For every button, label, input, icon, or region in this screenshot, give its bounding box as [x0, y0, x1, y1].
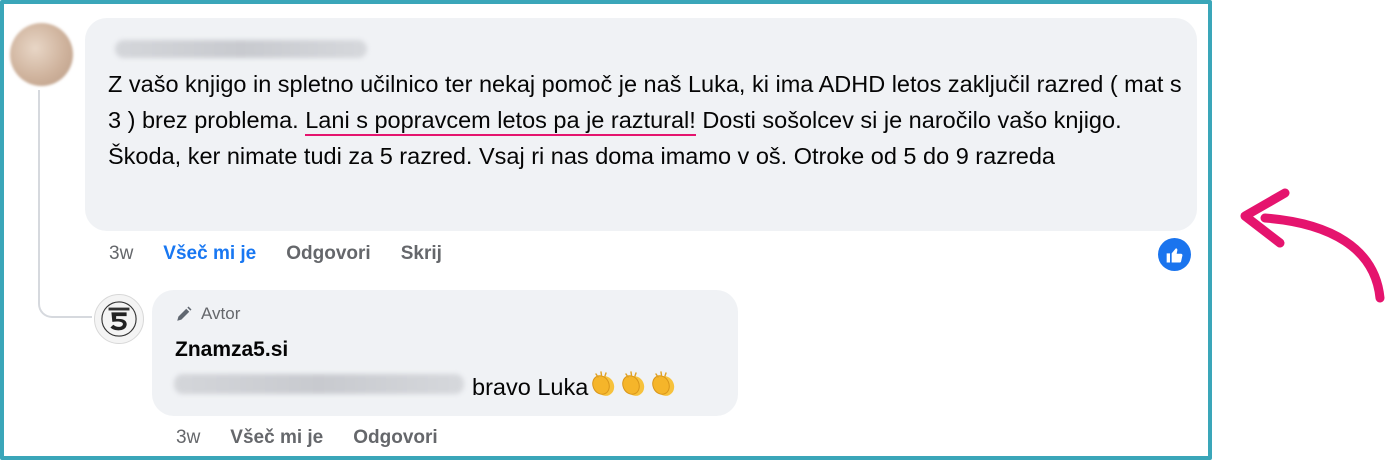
mentioned-name-blurred[interactable] — [174, 374, 464, 394]
author-badge-label: Avtor — [201, 304, 241, 323]
reply-timestamp[interactable]: 3w — [176, 427, 200, 449]
emoji-group — [588, 370, 678, 404]
reply-reply-button[interactable]: Odgovori — [353, 427, 437, 449]
thumbs-up-icon — [1166, 247, 1182, 262]
like-reaction-icon[interactable] — [1158, 238, 1191, 271]
reply-author-name[interactable]: Znamza5.si — [175, 338, 288, 362]
screenshot-frame: Z vašo knjigo in spletno učilnico ter ne… — [0, 0, 1212, 460]
comment-text: Z vašo knjigo in spletno učilnico ter ne… — [108, 66, 1188, 174]
author-badge: Avtor — [175, 304, 240, 324]
reply-actions: 3w Všeč mi je Odgovori — [176, 427, 468, 449]
clapping-hands-icon — [652, 371, 675, 396]
reply-bubble: Avtor Znamza5.si bravo Luka — [152, 290, 738, 416]
thread-connector-line — [38, 90, 92, 318]
page-avatar[interactable] — [94, 294, 144, 344]
pen-icon — [177, 306, 192, 321]
commenter-name-blurred[interactable] — [115, 40, 367, 58]
comment-actions: 3w Všeč mi je Odgovori Skrij — [109, 243, 472, 265]
reply-text-content: bravo Luka — [472, 373, 589, 400]
like-button[interactable]: Všeč mi je — [163, 243, 256, 265]
znamza5-logo-icon — [101, 301, 137, 337]
comment-bubble: Z vašo knjigo in spletno učilnico ter ne… — [85, 18, 1197, 231]
comment-timestamp[interactable]: 3w — [109, 243, 133, 265]
reply-button[interactable]: Odgovori — [286, 243, 370, 265]
pink-arrow-annotation — [1240, 188, 1385, 303]
hide-button[interactable]: Skrij — [401, 243, 442, 265]
comment-highlighted-text: Lani s popravcem letos pa je raztural! — [305, 107, 696, 136]
reply-like-button[interactable]: Všeč mi je — [230, 427, 323, 449]
commenter-avatar[interactable] — [10, 23, 73, 86]
reply-text: bravo Luka — [472, 370, 678, 404]
clapping-hands-icon — [622, 371, 645, 396]
clapping-hands-icon — [592, 371, 615, 396]
